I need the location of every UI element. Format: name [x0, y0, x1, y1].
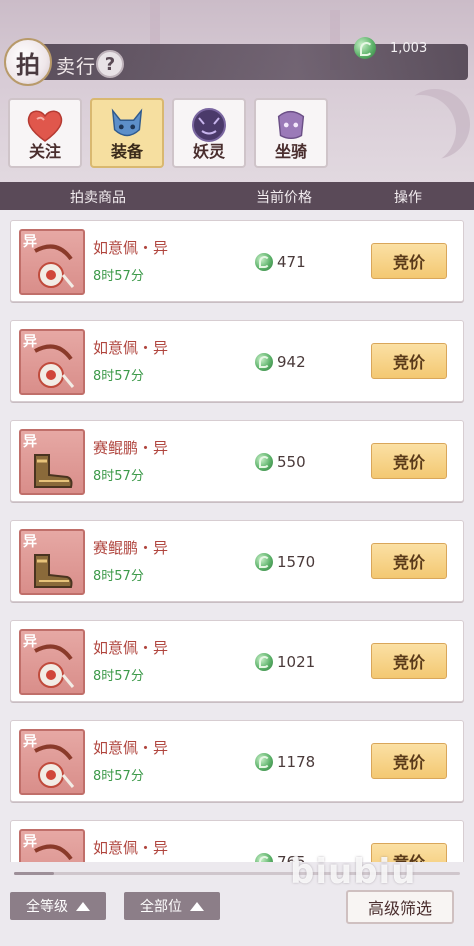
currency-amount: 1,003 [390, 40, 428, 56]
triangle-up-icon [76, 901, 90, 911]
list-item: 异 赛鲲鹏・异 8时57分 550 竞价 [10, 420, 464, 502]
boots-icon [34, 454, 73, 488]
spirit-icon [189, 106, 229, 144]
jade-coin-icon [255, 853, 273, 862]
price-value: 1178 [277, 753, 316, 771]
remaining-time: 8时57分 [93, 769, 144, 784]
list-item: 异 如意佩・异 8时57分 942 竞价 [10, 320, 464, 402]
item-name: 如意佩・异 [93, 339, 169, 357]
tab-equipment[interactable]: 装备 [90, 98, 164, 168]
current-price: 550 [255, 453, 306, 471]
tab-spirits[interactable]: 妖灵 [172, 98, 246, 168]
pendant-icon [34, 844, 73, 861]
scrollbar-thumb[interactable] [14, 872, 54, 875]
mount-icon [271, 106, 311, 144]
item-thumbnail[interactable]: 异 [19, 529, 85, 595]
page-title: 卖行 [56, 56, 97, 78]
current-price: 942 [255, 353, 306, 371]
currency-display: 1,003 [354, 36, 466, 60]
price-value: 1570 [277, 553, 316, 571]
remaining-time: 8时57分 [93, 369, 144, 384]
pendant-icon [34, 644, 75, 688]
heart-icon [25, 106, 65, 144]
price-value: 471 [277, 253, 306, 271]
price-value: 1021 [277, 653, 316, 671]
title-bar: 拍 卖行 ? 1,003 [0, 34, 474, 88]
pendant-icon [34, 344, 75, 388]
bid-button[interactable]: 竞价 [371, 443, 447, 479]
slot-filter-label: 全部位 [140, 899, 182, 915]
jade-coin-icon [255, 353, 273, 371]
item-name: 赛鲲鹏・异 [93, 539, 169, 557]
list-item: 异 如意佩・异 8时57分 1021 竞价 [10, 620, 464, 702]
price-value: 942 [277, 353, 306, 371]
pendant-icon [34, 744, 75, 788]
remaining-time: 8时57分 [93, 469, 144, 484]
level-filter-button[interactable]: 全等级 [10, 892, 106, 920]
jade-coin-icon [255, 453, 273, 471]
item-name: 如意佩・异 [93, 239, 169, 257]
column-header-action: 操作 [394, 190, 422, 206]
item-thumbnail[interactable]: 异 [19, 329, 85, 395]
advanced-filter-button[interactable]: 高级筛选 [346, 890, 454, 924]
bid-button[interactable]: 竞价 [371, 243, 447, 279]
remaining-time: 8时57分 [93, 569, 144, 584]
column-header-item: 拍卖商品 [70, 190, 126, 206]
auction-list[interactable]: 异 如意佩・异 8时57分 471 竞价 异 如意佩・异 8时57分 942 竞… [0, 212, 474, 862]
table-header: 拍卖商品 当前价格 操作 [0, 182, 474, 210]
item-thumbnail[interactable]: 异 [19, 629, 85, 695]
triangle-up-icon [190, 901, 204, 911]
price-value: 550 [277, 453, 306, 471]
current-price: 471 [255, 253, 306, 271]
list-item: 异 如意佩・异 8时57分 1178 竞价 [10, 720, 464, 802]
help-button[interactable]: ? [96, 50, 124, 78]
jade-coin-icon [255, 653, 273, 671]
bid-button[interactable]: 竞价 [371, 643, 447, 679]
jade-coin-icon [255, 253, 273, 271]
item-thumbnail[interactable]: 异 [19, 429, 85, 495]
bid-button[interactable]: 竞价 [371, 543, 447, 579]
title-emblem: 拍 [4, 38, 52, 86]
bid-button[interactable]: 竞价 [371, 743, 447, 779]
pendant-icon [34, 244, 75, 288]
jade-coin-icon [255, 553, 273, 571]
category-tabs: 关注 装备 妖灵 坐骑 [8, 98, 328, 170]
level-filter-label: 全等级 [26, 899, 68, 915]
current-price: 1021 [255, 653, 315, 671]
moon-decoration [386, 95, 456, 165]
cat-helmet-icon [107, 106, 147, 144]
item-name: 如意佩・异 [93, 739, 169, 757]
list-item: 异 如意佩・异 8时57分 471 竞价 [10, 220, 464, 302]
jade-coin-icon [255, 753, 273, 771]
current-price: 1570 [255, 553, 315, 571]
remaining-time: 8时57分 [93, 269, 144, 284]
column-header-price: 当前价格 [256, 190, 312, 206]
watermark: biubiu [290, 852, 417, 892]
item-thumbnail[interactable]: 异 [19, 829, 85, 862]
tab-mounts[interactable]: 坐骑 [254, 98, 328, 168]
boots-icon [34, 554, 73, 588]
item-name: 如意佩・异 [93, 639, 169, 657]
jade-coin-icon [354, 37, 376, 59]
remaining-time: 8时57分 [93, 669, 144, 684]
item-name: 赛鲲鹏・异 [93, 439, 169, 457]
tab-favorites[interactable]: 关注 [8, 98, 82, 168]
current-price: 1178 [255, 753, 315, 771]
slot-filter-button[interactable]: 全部位 [124, 892, 220, 920]
item-name: 如意佩・异 [93, 839, 169, 857]
item-thumbnail[interactable]: 异 [19, 729, 85, 795]
bid-button[interactable]: 竞价 [371, 343, 447, 379]
item-thumbnail[interactable]: 异 [19, 229, 85, 295]
list-item: 异 赛鲲鹏・异 8时57分 1570 竞价 [10, 520, 464, 602]
